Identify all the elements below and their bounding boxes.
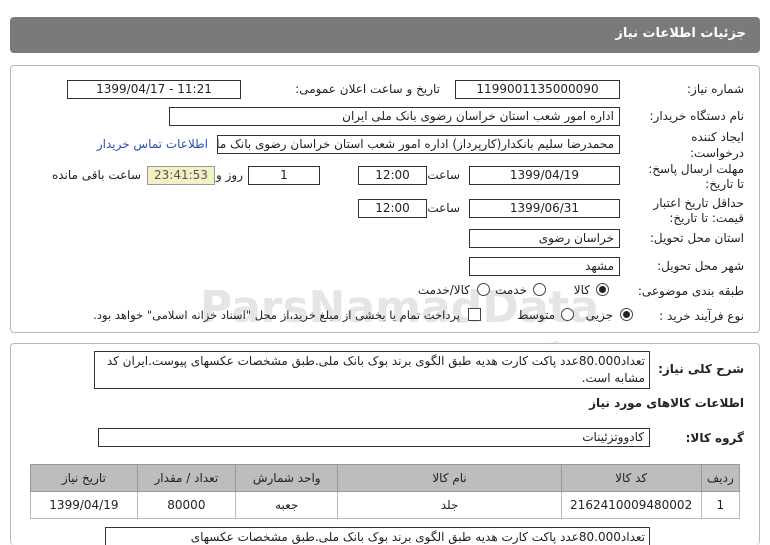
- process-radio-medium[interactable]: [561, 308, 574, 321]
- cell-row-number: 1: [700, 491, 741, 519]
- cell-goods-name: جلد: [337, 491, 562, 519]
- creator-label-line2: درخواست:: [690, 146, 744, 160]
- remaining-time-field: 23:41:53: [147, 166, 215, 185]
- days-remaining-field: 1: [248, 166, 320, 185]
- send-deadline-label-line2: تا تاریخ:: [705, 177, 744, 191]
- validity-date-field: 1399/06/31: [469, 199, 620, 218]
- province-field: خراسان رضوی: [469, 229, 620, 248]
- page-header: جزئیات اطلاعات نیاز: [10, 17, 760, 53]
- days-label: روز و: [216, 168, 243, 182]
- buyer-field: اداره امور شعب استان خراسان رضوی بانک مل…: [169, 107, 620, 126]
- category-option-goods: کالا: [573, 283, 590, 297]
- city-label: شهر محل تحویل:: [657, 259, 744, 273]
- col-need-date: تاریخ نیاز: [30, 464, 138, 492]
- category-radio-service[interactable]: [533, 283, 546, 296]
- announce-field: 1399/04/17 - 11:21: [67, 80, 241, 99]
- process-option-medium: متوسط: [517, 308, 555, 322]
- city-field: مشهد: [469, 257, 620, 276]
- buyer-label: نام دستگاه خریدار:: [649, 109, 745, 123]
- general-desc-label: شرح کلی نیاز:: [658, 362, 744, 376]
- cell-goods-code: 2162410009480002: [560, 491, 702, 519]
- remaining-time-label: ساعت باقی مانده: [51, 168, 141, 182]
- process-option-minor: جزیی: [585, 308, 613, 322]
- validity-label-line2: قیمت: تا تاریخ:: [669, 211, 744, 225]
- category-radio-goods[interactable]: [596, 283, 609, 296]
- col-goods-name: نام کالا: [337, 464, 562, 492]
- announce-label: تاریخ و ساعت اعلان عمومی:: [295, 82, 440, 96]
- category-option-goods-service: کالا/خدمت: [417, 283, 470, 297]
- send-time-field: 12:00: [358, 166, 427, 185]
- validity-label-line1: حداقل تاریخ اعتبار: [653, 196, 744, 210]
- col-quantity: تعداد / مقدار: [136, 464, 236, 492]
- table-row: 1399/04/19 80000 جعبه جلد 21624100094800…: [30, 491, 741, 519]
- col-goods-code: کد کالا: [560, 464, 702, 492]
- creator-field: محمدرضا سلیم بانکدار(کارپرداز) اداره امو…: [217, 135, 620, 154]
- cell-need-date: 1399/04/19: [30, 491, 138, 519]
- general-desc-field: تعداد80.000عدد پاکت کارت هدیه طبق الگوی …: [94, 351, 650, 389]
- page-title: جزئیات اطلاعات نیاز: [615, 26, 746, 41]
- validity-time-field: 12:00: [358, 199, 427, 218]
- item-desc-field: تعداد80.000عدد پاکت کارت هدیه طبق الگوی …: [105, 527, 650, 545]
- send-deadline-label-line1: مهلت ارسال پاسخ:: [648, 162, 744, 176]
- goods-group-label: گروه کالا:: [685, 431, 744, 445]
- creator-label-line1: ایجاد کننده: [691, 130, 744, 144]
- col-row: ردیف: [700, 464, 741, 492]
- goods-group-field: کادووتزئینات: [98, 428, 650, 447]
- col-unit: واحد شمارش: [234, 464, 339, 492]
- cell-quantity: 80000: [136, 491, 236, 519]
- treasury-payment-checkbox[interactable]: [468, 308, 481, 321]
- category-radio-goods-service[interactable]: [477, 283, 490, 296]
- province-label: استان محل تحویل:: [649, 231, 744, 245]
- cell-unit: جعبه: [234, 491, 339, 519]
- treasury-payment-note: پرداخت تمام یا بخشی از مبلغ خرید،از محل …: [93, 308, 460, 322]
- process-label: نوع فرآیند خرید :: [659, 309, 744, 323]
- category-label: طبقه بندی موضوعی:: [637, 284, 744, 298]
- need-number-field: 1199001135000090: [455, 80, 620, 99]
- validity-time-label: ساعت: [427, 201, 460, 215]
- goods-info-title: اطلاعات کالاهای مورد نیاز: [589, 396, 744, 410]
- process-radio-minor[interactable]: [620, 308, 633, 321]
- send-date-field: 1399/04/19: [469, 166, 620, 185]
- need-number-label: شماره نیاز:: [687, 82, 744, 96]
- buyer-contact-link[interactable]: اطلاعات تماس خریدار: [97, 137, 208, 151]
- goods-table: تاریخ نیاز تعداد / مقدار واحد شمارش نام …: [30, 464, 741, 519]
- send-time-label: ساعت: [427, 168, 460, 182]
- category-option-service: خدمت: [495, 283, 527, 297]
